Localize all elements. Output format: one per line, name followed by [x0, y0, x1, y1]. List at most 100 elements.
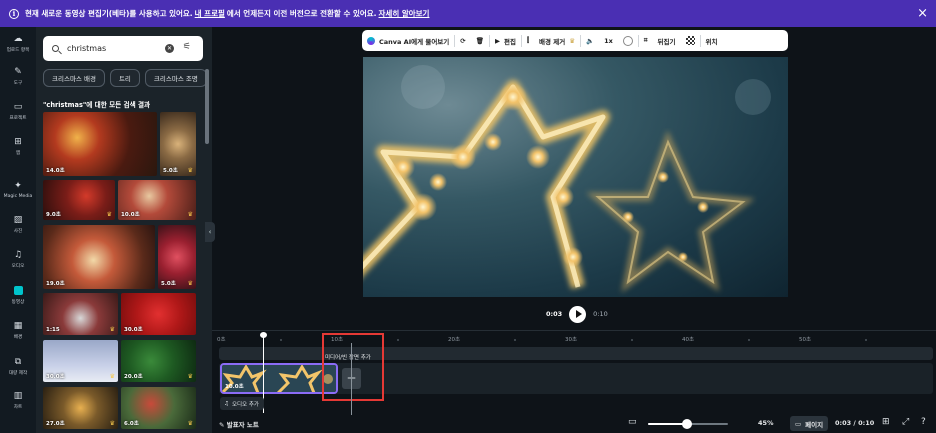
tick-label: 30초: [565, 337, 578, 343]
thumb-duration: 19.0초: [46, 281, 65, 287]
fullscreen-icon[interactable]: ⤢: [902, 417, 909, 427]
position-button[interactable]: 위치: [701, 30, 723, 51]
zoom-level[interactable]: 45%: [758, 419, 774, 427]
tick-dot: [280, 339, 282, 341]
collapse-panel-button[interactable]: ‹: [205, 222, 215, 242]
rail-item-photos[interactable]: ▨ 사진: [0, 215, 36, 234]
speed-button[interactable]: 1x: [599, 30, 618, 51]
video-thumbnail[interactable]: 5.0초 ♛: [158, 225, 196, 289]
play-button[interactable]: [569, 305, 587, 323]
rail-item-audio[interactable]: ♫ 오디오: [0, 250, 36, 269]
speed-label: 1x: [604, 36, 613, 45]
rail-item-charts[interactable]: ▥ 차트: [0, 391, 36, 410]
video-thumbnail[interactable]: 20.0초 ♛: [121, 340, 196, 382]
chevron-left-icon: ‹: [208, 228, 212, 236]
search-input[interactable]: christmas ✕ ⚟: [43, 36, 203, 61]
tick-dot: [397, 339, 399, 341]
chip-tree[interactable]: 트리: [109, 69, 140, 87]
split-button[interactable]: ⫿: [522, 30, 534, 51]
search-icon: [52, 45, 59, 52]
rail-item-bulk-create[interactable]: ⧉ 대량 제작: [0, 357, 36, 376]
thumb-duration: 30.0초: [124, 327, 143, 333]
rail-item-apps[interactable]: ⊞ 앱: [0, 137, 36, 156]
position-label: 위치: [705, 37, 718, 46]
video-thumbnail[interactable]: 5.0초 ♛: [160, 112, 196, 176]
grid-view-icon[interactable]: ⊞: [882, 417, 890, 427]
color-swatch-icon: [622, 35, 633, 46]
volume-button[interactable]: 🔈: [581, 30, 599, 51]
video-thumbnail[interactable]: 30.0초: [121, 293, 196, 335]
thumb-duration: 1:15: [46, 327, 60, 333]
info-icon: i: [9, 8, 19, 19]
pages-button[interactable]: ▭ 페이지: [790, 416, 829, 431]
rotate-button[interactable]: ⟳: [455, 30, 470, 51]
rail-label: 오디오: [11, 264, 25, 269]
video-thumbnail[interactable]: 27.0초 ♛: [43, 387, 118, 429]
add-audio-button[interactable]: ♫ 오디오 추가: [220, 397, 264, 410]
tick-label: 40초: [682, 337, 695, 343]
background-remove-button[interactable]: 배경 제거 ♛: [534, 30, 580, 51]
rail-item-tools[interactable]: ✎ 도구: [0, 67, 36, 86]
trash-icon: 🗑: [475, 36, 484, 45]
rail-item-backgrounds[interactable]: ▦ 배경: [0, 321, 36, 340]
canva-ai-icon: [367, 36, 375, 45]
banner-text-middle: 에서 언제든지 이전 버전으로 전환할 수 있어요.: [226, 9, 377, 18]
screen-icon[interactable]: ▭: [628, 417, 637, 427]
playback-controls: 0:03 0:10: [546, 305, 608, 323]
presenter-notes-button[interactable]: ✎ 발표자 노트: [219, 419, 259, 429]
chip-christmas-lights[interactable]: 크리스마스 조명: [144, 69, 205, 87]
color-button[interactable]: [618, 30, 638, 51]
filter-icon[interactable]: ⚟: [183, 42, 191, 52]
help-icon[interactable]: ?: [921, 417, 926, 427]
notes-icon: ✎: [219, 421, 225, 429]
rail-item-uploads[interactable]: ☁ 업로드 항목: [0, 34, 36, 53]
rotate-icon: ⟳: [460, 36, 466, 45]
panel-scrollbar[interactable]: [205, 69, 209, 144]
zoom-slider-knob[interactable]: [682, 419, 692, 429]
crown-icon: ♛: [106, 211, 112, 218]
video-icon: [0, 286, 36, 296]
search-panel: christmas ✕ ⚟ 크리스마스 배경 트리 크리스마스 조명 "chri…: [36, 27, 212, 433]
thumb-duration: 30.0초: [46, 374, 65, 380]
crown-icon: ♛: [187, 280, 193, 287]
clear-icon[interactable]: ✕: [165, 44, 174, 53]
image-icon: ▨: [13, 215, 23, 225]
crown-icon: ♛: [109, 326, 115, 333]
video-thumbnail[interactable]: 14.0초: [43, 112, 157, 176]
rail-label: 도구: [13, 81, 23, 86]
video-thumbnail[interactable]: 9.0초 ♛: [43, 180, 115, 220]
edit-button[interactable]: ▶ 편집: [490, 30, 521, 51]
video-preview[interactable]: [363, 57, 788, 297]
rail-item-magic-media[interactable]: ✦ Magic Media: [0, 181, 36, 199]
bg-remove-label: 배경 제거: [539, 37, 566, 46]
thumb-duration: 20.0초: [124, 374, 143, 380]
ask-canva-ai-button[interactable]: Canva AI에게 물어보기: [362, 30, 454, 51]
crop-button[interactable]: ⌗: [639, 30, 653, 51]
transparency-icon: [685, 36, 695, 45]
video-thumbnail[interactable]: 30.0초 ♛: [43, 340, 118, 382]
element-toolbar: Canva AI에게 물어보기 ⟳ 🗑 ▶ 편집 ⫿ 배경 제거 ♛ 🔈 1x ⌗ …: [362, 30, 788, 51]
learn-more-link[interactable]: 자세히 알아보기: [379, 8, 430, 19]
video-thumbnail[interactable]: 6.0초 ♛: [121, 387, 196, 429]
video-thumbnail[interactable]: 1:15 ♛: [43, 293, 118, 335]
profile-link[interactable]: 내 프로필: [195, 8, 225, 19]
rail-label: 동영상: [11, 300, 25, 305]
video-clip[interactable]: 10.0초: [220, 363, 338, 394]
rail-label: 사진: [13, 229, 23, 234]
flip-button[interactable]: 뒤집기: [653, 30, 681, 51]
copy-icon: ⧉: [14, 357, 22, 367]
info-banner: i 현재 새로운 동영상 편집기(베타)를 사용하고 있어요. 내 프로필 에서…: [0, 0, 936, 27]
rail-item-videos[interactable]: 동영상: [0, 286, 36, 305]
video-thumbnail[interactable]: 19.0초: [43, 225, 155, 289]
video-thumbnail[interactable]: 10.0초 ♛: [118, 180, 196, 220]
rail-item-projects[interactable]: ▭ 프로젝트: [0, 102, 36, 121]
tick-dot: [514, 339, 516, 341]
crown-icon: ♛: [569, 36, 576, 45]
transparency-button[interactable]: [681, 30, 700, 51]
delete-button[interactable]: 🗑: [471, 30, 489, 51]
chip-christmas-background[interactable]: 크리스마스 배경: [43, 69, 105, 87]
pages-icon: ▭: [795, 419, 802, 428]
close-icon[interactable]: ×: [917, 6, 928, 21]
suggestion-chips: 크리스마스 배경 트리 크리스마스 조명: [43, 69, 205, 87]
speaker-icon: 🔈: [586, 36, 595, 45]
